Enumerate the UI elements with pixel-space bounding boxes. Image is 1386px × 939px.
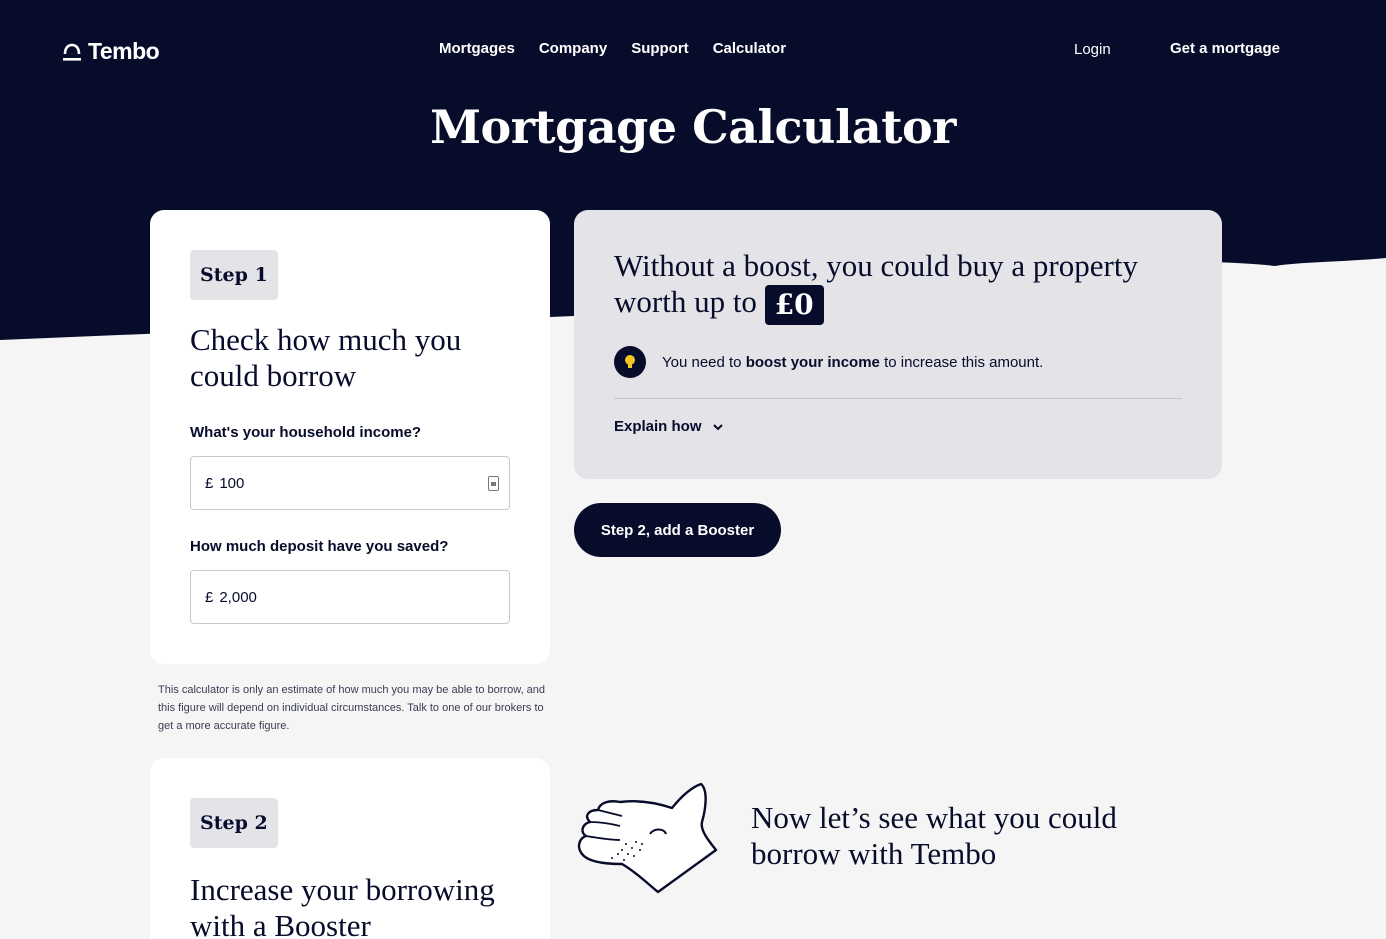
nav-link-mortgages[interactable]: Mortgages — [439, 40, 515, 57]
chevron-down-icon — [712, 423, 723, 430]
step1-badge: Step 1 — [190, 250, 278, 300]
number-spinner-icon[interactable] — [488, 476, 499, 491]
top-navigation: Tembo Mortgages Company Support Calculat… — [0, 0, 1386, 100]
tip-text-after: to increase this amount. — [884, 353, 1044, 371]
nav-link-calculator[interactable]: Calculator — [713, 40, 786, 57]
nav-link-support[interactable]: Support — [631, 40, 689, 57]
boost-tip: You need to boost your income to increas… — [614, 346, 1043, 378]
lightbulb-icon — [614, 346, 646, 378]
result-heading: Without a boost, you could buy a propert… — [614, 248, 1194, 325]
calculator-disclaimer: This calculator is only an estimate of h… — [158, 684, 546, 732]
tip-text-bold: boost your income — [745, 353, 880, 371]
result-heading-text: Without a boost, you could buy a propert… — [614, 248, 1138, 319]
step1-heading: Check how much you could borrow — [190, 322, 462, 393]
borrow-amount-badge: £0 — [764, 284, 824, 325]
step2-heading: Increase your borrowing with a Booster — [190, 872, 495, 939]
get-a-mortgage-link[interactable]: Get a mortgage — [1170, 40, 1280, 57]
tip-text-before: You need to — [662, 353, 742, 371]
step1-card: Step 1 Check how much you could borrow W… — [150, 210, 550, 664]
tembo-logo-icon — [63, 43, 81, 61]
income-label: What's your household income? — [190, 424, 422, 441]
explain-how-toggle[interactable]: Explain how — [614, 418, 724, 435]
result-panel: Without a boost, you could buy a propert… — [574, 210, 1222, 479]
income-input[interactable]: £ 100 — [190, 456, 510, 510]
nav-links: Mortgages Company Support Calculator — [439, 40, 786, 57]
income-currency-symbol: £ — [205, 474, 214, 492]
deposit-value: 2,000 — [219, 588, 257, 606]
income-value: 100 — [219, 474, 245, 492]
deposit-input[interactable]: £ 2,000 — [190, 570, 510, 624]
nav-link-company[interactable]: Company — [539, 40, 607, 57]
step2-badge: Step 2 — [190, 798, 278, 848]
logo-text: Tembo — [88, 38, 160, 64]
hand-illustration — [577, 782, 718, 894]
step2-card: Step 2 Increase your borrowing with a Bo… — [150, 758, 550, 939]
deposit-label: How much deposit have you saved? — [190, 538, 449, 555]
tembo-logo[interactable]: Tembo — [62, 38, 160, 65]
explain-how-label: Explain how — [614, 418, 702, 435]
step2-add-booster-button[interactable]: Step 2, add a Booster — [574, 503, 781, 557]
result-divider — [614, 398, 1182, 399]
promo-heading: Now let’s see what you could borrow with… — [751, 800, 1117, 871]
deposit-currency-symbol: £ — [205, 588, 214, 606]
login-link[interactable]: Login — [1074, 41, 1111, 58]
boost-tip-text: You need to boost your income to increas… — [662, 354, 1043, 371]
page-title: Mortgage Calculator — [430, 100, 956, 154]
